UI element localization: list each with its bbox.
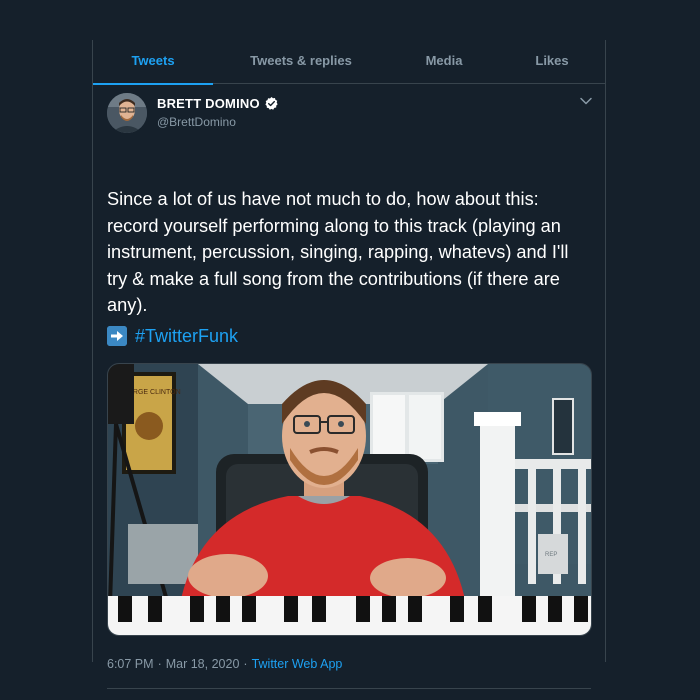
tab-media[interactable]: Media [389,40,499,84]
author-name-row: BRETT DOMINO [157,96,279,111]
chevron-down-icon[interactable] [577,92,595,110]
ghost-shelf-label: REP [545,552,557,558]
meta-separator: · [243,657,248,671]
tab-tweets-and-replies-label: Tweets & replies [250,53,352,68]
right-arrow-emoji-icon [107,326,127,346]
author-display-name[interactable]: BRETT DOMINO [157,96,260,111]
author-handle[interactable]: @BrettDomino [157,115,236,129]
divider [107,688,591,689]
avatar[interactable] [107,93,147,133]
hashtag-link[interactable]: #TwitterFunk [135,326,238,347]
profile-tabs: Tweets Tweets & replies Media Likes [93,40,605,85]
tweet-source-link[interactable]: Twitter Web App [252,657,343,671]
tab-tweets-and-replies[interactable]: Tweets & replies [213,40,389,84]
active-tab-indicator [93,83,213,85]
hashtag-row: #TwitterFunk [107,323,238,349]
tweet-text: Since a lot of us have not much to do, h… [107,189,569,316]
video-thumbnail-image: GEORGE CLINTON REP [108,364,591,635]
tab-media-label: Media [425,53,463,68]
tweet-meta: 6:07 PM · Mar 18, 2020 · Twitter Web App [107,657,342,671]
tweet-date[interactable]: Mar 18, 2020 [166,657,240,671]
profile-timeline-column: Tweets Tweets & replies Media Likes BRET… [92,40,606,689]
tab-tweets[interactable]: Tweets [93,40,213,85]
tab-likes[interactable]: Likes [499,40,605,84]
avatar-image [107,93,147,133]
verified-badge-icon [264,96,279,111]
meta-separator: · [157,657,162,671]
tweet-media-video[interactable]: GEORGE CLINTON REP [107,363,592,636]
tweet-time[interactable]: 6:07 PM [107,657,154,671]
tab-likes-label: Likes [535,53,569,68]
tab-tweets-label: Tweets [131,53,175,68]
